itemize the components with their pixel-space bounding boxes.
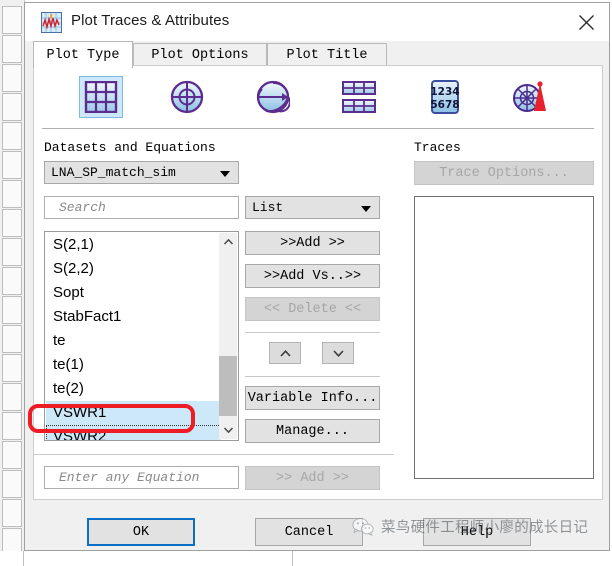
background-app-bottom	[0, 551, 612, 566]
manage-label: Manage...	[276, 423, 349, 439]
dataset-combo-value: LNA_SP_match_sim	[51, 165, 176, 180]
background-tool-cell	[2, 93, 22, 121]
variable-info-button[interactable]: Variable Info...	[245, 386, 380, 410]
delete-button[interactable]: << Delete <<	[245, 297, 380, 321]
chevron-down-icon	[361, 205, 371, 212]
plot-traces-dialog: Plot Traces & Attributes Plot Type Plot …	[24, 2, 610, 551]
move-up-button[interactable]	[269, 342, 301, 364]
close-icon[interactable]	[563, 3, 609, 41]
equation-input[interactable]: Enter any Equation	[44, 466, 239, 489]
background-tool-cell	[2, 354, 22, 382]
datasets-section-label: Datasets and Equations	[44, 140, 216, 155]
background-tool-cell	[2, 35, 22, 63]
background-tool-cell	[2, 209, 22, 237]
plot-type-icon-toolbar: 1234 5678	[34, 66, 602, 128]
tab-label: Plot Options	[151, 47, 249, 63]
add-button-label: >>Add >>	[280, 235, 345, 251]
background-tool-cell	[2, 470, 22, 498]
list-combo[interactable]: List	[245, 196, 380, 219]
search-placeholder: Search	[59, 200, 106, 215]
tab-plot-title[interactable]: Plot Title	[267, 43, 387, 66]
divider	[245, 332, 380, 333]
smith-chart-icon[interactable]	[251, 76, 295, 118]
background-tool-cell	[2, 296, 22, 324]
list-item[interactable]: VSWR2	[46, 425, 221, 440]
cancel-button[interactable]: Cancel	[255, 518, 363, 546]
background-tool-cell	[2, 238, 22, 266]
equation-add-button[interactable]: >> Add >>	[245, 466, 380, 490]
svg-text:1234: 1234	[430, 86, 459, 98]
trace-options-label: Trace Options...	[439, 165, 569, 181]
list-item[interactable]: te	[46, 329, 221, 353]
plot-type-panel: 1234 5678 Datasets and Equations LNA_SP_…	[33, 65, 603, 500]
tab-plot-type[interactable]: Plot Type	[33, 41, 133, 68]
background-tool-cell	[2, 412, 22, 440]
help-button-label: Help	[460, 524, 494, 540]
scroll-down-icon[interactable]	[219, 421, 237, 439]
list-combo-value: List	[252, 200, 284, 215]
dataset-list-items: S(2,1) S(2,2) Sopt StabFact1 te te(1) te(2) VSW…	[46, 233, 221, 440]
tab-label: Plot Type	[46, 47, 120, 63]
add-vs-button-label: >>Add Vs..>>	[263, 268, 362, 284]
background-tool-cell	[2, 383, 22, 411]
help-button[interactable]: Help	[423, 518, 531, 546]
divider	[245, 376, 380, 377]
search-input[interactable]: Search	[44, 196, 239, 219]
chevron-down-icon	[332, 349, 344, 357]
background-app-toolstrip	[0, 0, 25, 566]
divider	[34, 454, 394, 455]
tabstrip: Plot Type Plot Options Plot Title	[25, 41, 609, 68]
list-numbers-plot-icon[interactable]: 1234 5678	[423, 76, 467, 118]
move-down-button[interactable]	[322, 342, 354, 364]
manage-button[interactable]: Manage...	[245, 419, 380, 443]
variable-info-label: Variable Info...	[247, 390, 378, 406]
background-tool-cell	[2, 64, 22, 92]
traces-section-label: Traces	[414, 140, 461, 155]
stacked-rectangular-plot-icon[interactable]	[337, 76, 381, 118]
dataset-listbox[interactable]: S(2,1) S(2,2) Sopt StabFact1 te te(1) te(2) VSW…	[44, 231, 239, 441]
dialog-title: Plot Traces & Attributes	[71, 12, 230, 29]
scroll-up-icon[interactable]	[219, 233, 237, 251]
rectangular-plot-icon[interactable]	[79, 76, 123, 118]
background-tool-cell	[2, 441, 22, 469]
tab-label: Plot Title	[286, 47, 368, 63]
dataset-list-scrollbar[interactable]	[219, 233, 237, 439]
chevron-up-icon	[279, 349, 291, 357]
trace-options-button[interactable]: Trace Options...	[414, 161, 594, 185]
polar-plot-icon[interactable]	[165, 76, 209, 118]
dataset-combo[interactable]: LNA_SP_match_sim	[44, 161, 239, 184]
traces-listbox[interactable]	[414, 196, 594, 479]
list-item[interactable]: StabFact1	[46, 305, 221, 329]
background-tool-cell	[2, 180, 22, 208]
antenna-pattern-plot-icon[interactable]	[509, 76, 553, 118]
ok-button[interactable]: OK	[87, 518, 195, 546]
list-item[interactable]: te(2)	[46, 377, 221, 401]
equation-placeholder: Enter any Equation	[59, 470, 200, 485]
dialog-titlebar: Plot Traces & Attributes	[25, 3, 609, 41]
background-tool-cell	[2, 6, 22, 34]
cancel-button-label: Cancel	[284, 524, 334, 540]
screen-root: Plot Traces & Attributes Plot Type Plot …	[0, 0, 612, 566]
scrollbar-thumb[interactable]	[219, 356, 237, 416]
equation-add-label: >> Add >>	[276, 470, 349, 486]
background-tool-cell	[2, 325, 22, 353]
background-tool-cell	[2, 499, 22, 527]
chevron-down-icon	[220, 170, 230, 177]
tab-plot-options[interactable]: Plot Options	[133, 43, 267, 66]
add-vs-button[interactable]: >>Add Vs..>>	[245, 264, 380, 288]
list-item[interactable]: te(1)	[46, 353, 221, 377]
background-tool-cell	[2, 151, 22, 179]
ok-button-label: OK	[132, 524, 150, 540]
list-item[interactable]: S(2,1)	[46, 233, 221, 257]
add-button[interactable]: >>Add >>	[245, 231, 380, 255]
background-tool-cell	[2, 122, 22, 150]
list-item[interactable]: S(2,2)	[46, 257, 221, 281]
svg-text:5678: 5678	[430, 99, 459, 111]
list-item[interactable]: Sopt	[46, 281, 221, 305]
delete-button-label: << Delete <<	[263, 301, 362, 317]
background-tool-cell	[2, 267, 22, 295]
list-item[interactable]: VSWR1	[46, 401, 221, 425]
plot-chart-icon	[41, 12, 62, 33]
toolbar-divider	[42, 128, 594, 129]
